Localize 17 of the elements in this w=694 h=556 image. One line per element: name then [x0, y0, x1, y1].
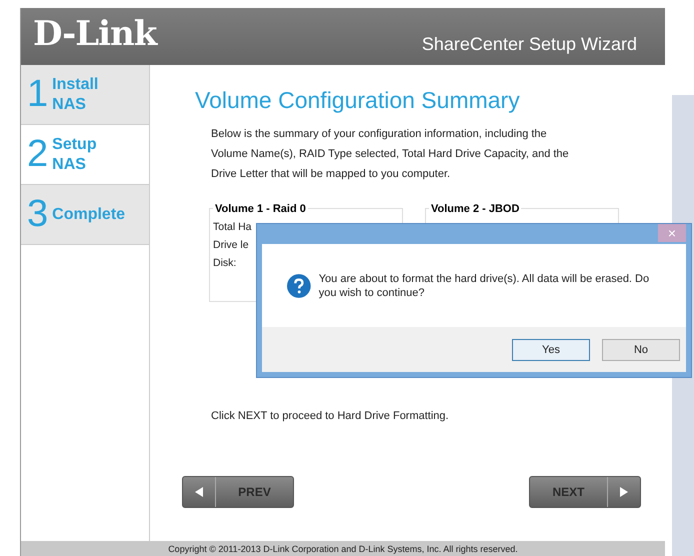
instruction-text: Click NEXT to proceed to Hard Drive Formatting. — [211, 410, 450, 422]
left-arrow-icon — [195, 487, 203, 497]
right-arrow-icon — [620, 487, 628, 497]
volume-title: Volume 2 - JBOD — [429, 203, 522, 215]
volume-field-label: Drive le — [213, 239, 250, 251]
copyright-text: Copyright © 2011-2013 D-Link Corporation and D-Link Systems, Inc. All rights reserved. — [168, 544, 518, 554]
dialog-button[interactable]: No — [602, 338, 680, 360]
dialog-message: You are about to format the hard drive(s). All data will be erased. Do you wish to continue? — [318, 272, 650, 300]
dialog-button[interactable]: Yes — [512, 338, 590, 360]
volume-title: Volume 1 - Raid 0 — [213, 203, 308, 215]
page-heading: Volume Configuration Summary — [195, 87, 521, 114]
volume-field-label: Total Ha — [213, 221, 253, 233]
volume-field-label: Disk: — [213, 257, 238, 269]
intro-text: Below is the summary of your configuration information, including the Volume Name(s), RAID Type selected, Total Hard Drive Capacity, and the Drive Letter that will be mapped to you computer. — [211, 127, 570, 182]
close-button[interactable]: × — [658, 224, 686, 242]
wizard-title: ShareCenter Setup Wizard — [422, 34, 637, 55]
logo: D-Link — [33, 14, 156, 54]
